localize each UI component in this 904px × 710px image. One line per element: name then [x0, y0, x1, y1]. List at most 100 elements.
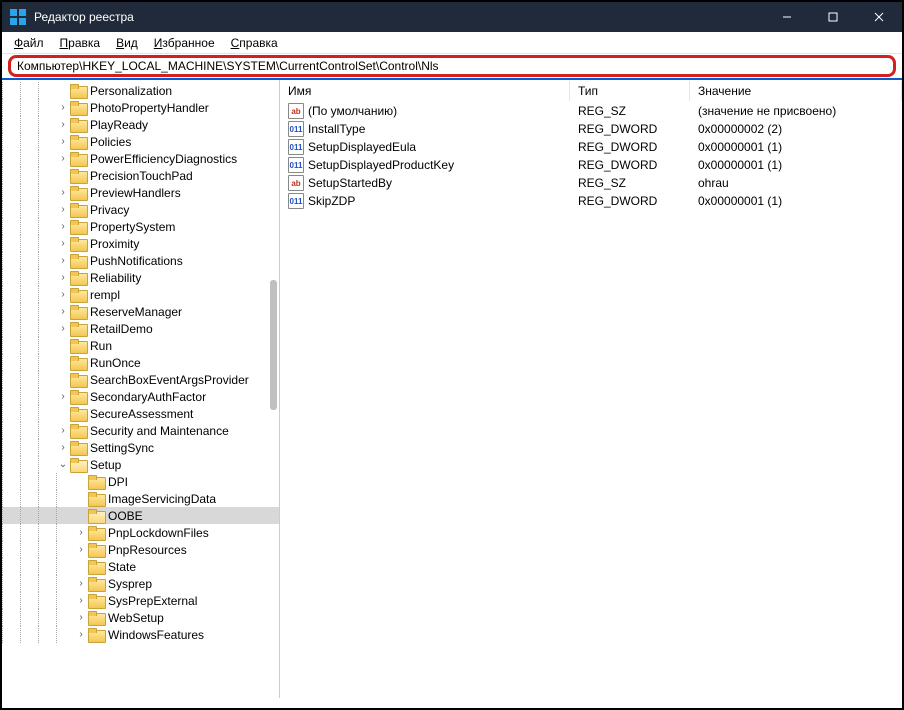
value-data: 0x00000001 (1)	[690, 158, 902, 172]
tree-item[interactable]: RunOnce	[2, 354, 279, 371]
maximize-button[interactable]	[810, 2, 856, 32]
tree-item[interactable]: ›rempl	[2, 286, 279, 303]
tree-item[interactable]: › Reliability	[2, 269, 279, 286]
chevron-right-icon[interactable]: ›	[74, 612, 88, 623]
tree-item[interactable]: ›SecondaryAuthFactor	[2, 388, 279, 405]
column-name[interactable]: Имя	[280, 81, 570, 101]
address-field[interactable]: Компьютер\HKEY_LOCAL_MACHINE\SYSTEM\Curr…	[8, 55, 896, 77]
value-row[interactable]: 011InstallTypeREG_DWORD0x00000002 (2)	[280, 120, 902, 138]
tree-item[interactable]: ›WindowsFeatures	[2, 626, 279, 643]
folder-icon	[88, 628, 104, 642]
tree-item[interactable]: Personalization	[2, 82, 279, 99]
chevron-right-icon[interactable]: ›	[56, 391, 70, 402]
tree-item-label: PreviewHandlers	[90, 186, 181, 200]
menu-view[interactable]: Вид	[108, 34, 146, 52]
tree-item[interactable]: Run	[2, 337, 279, 354]
chevron-right-icon[interactable]: ›	[74, 544, 88, 555]
scrollbar-thumb[interactable]	[270, 280, 277, 410]
tree-item[interactable]: ›PushNotifications	[2, 252, 279, 269]
chevron-right-icon[interactable]: ›	[56, 204, 70, 215]
menu-file[interactable]: Файл	[6, 34, 52, 52]
chevron-right-icon[interactable]: ›	[56, 289, 70, 300]
value-row[interactable]: 011SkipZDPREG_DWORD0x00000001 (1)	[280, 192, 902, 210]
value-data: 0x00000002 (2)	[690, 122, 902, 136]
tree-item[interactable]: › PnpLockdownFiles	[2, 524, 279, 541]
tree-item[interactable]: ›ReserveManager	[2, 303, 279, 320]
chevron-right-icon[interactable]: ›	[56, 238, 70, 249]
value-name: SetupDisplayedEula	[308, 140, 416, 154]
tree-item[interactable]: ›PlayReady	[2, 116, 279, 133]
tree-item-label: PnpLockdownFiles	[108, 526, 209, 540]
dword-value-icon: 011	[288, 121, 304, 137]
tree-item[interactable]: ›PnpResources	[2, 541, 279, 558]
tree-item-label: RetailDemo	[90, 322, 153, 336]
tree-item[interactable]: ⌄Setup	[2, 456, 279, 473]
tree-item-label: SecureAssessment	[90, 407, 193, 421]
tree-item[interactable]: ›Policies	[2, 133, 279, 150]
folder-icon	[70, 101, 86, 115]
tree-item-label: OOBE	[108, 509, 143, 523]
tree-item-label: WebSetup	[108, 611, 164, 625]
tree-item[interactable]: SearchBoxEventArgsProvider	[2, 371, 279, 388]
tree-item[interactable]: OOBE	[2, 507, 279, 524]
tree-item[interactable]: › SysPrepExternal	[2, 592, 279, 609]
tree-item[interactable]: State	[2, 558, 279, 575]
value-row[interactable]: 011SetupDisplayedProductKeyREG_DWORD0x00…	[280, 156, 902, 174]
tree-item[interactable]: ›PowerEfficiencyDiagnostics	[2, 150, 279, 167]
value-type: REG_DWORD	[570, 122, 690, 136]
chevron-right-icon[interactable]: ›	[74, 578, 88, 589]
folder-icon	[70, 118, 86, 132]
tree-item[interactable]: › RetailDemo	[2, 320, 279, 337]
list-pane[interactable]: Имя Тип Значение ab(По умолчанию)REG_SZ(…	[280, 80, 902, 698]
chevron-right-icon[interactable]: ›	[56, 153, 70, 164]
tree-item[interactable]: › WebSetup	[2, 609, 279, 626]
chevron-right-icon[interactable]: ›	[74, 629, 88, 640]
chevron-right-icon[interactable]: ›	[56, 272, 70, 283]
chevron-right-icon[interactable]: ›	[56, 102, 70, 113]
column-type[interactable]: Тип	[570, 81, 690, 101]
chevron-right-icon[interactable]: ›	[74, 595, 88, 606]
tree-item[interactable]: DPI	[2, 473, 279, 490]
tree-item-label: Reliability	[90, 271, 141, 285]
chevron-right-icon[interactable]: ›	[56, 255, 70, 266]
chevron-right-icon[interactable]: ›	[56, 306, 70, 317]
menu-edit[interactable]: Правка	[52, 34, 109, 52]
chevron-right-icon[interactable]: ›	[56, 136, 70, 147]
value-row[interactable]: abSetupStartedByREG_SZohrau	[280, 174, 902, 192]
minimize-button[interactable]	[764, 2, 810, 32]
tree-item-label: RunOnce	[90, 356, 141, 370]
chevron-right-icon[interactable]: ›	[56, 425, 70, 436]
close-button[interactable]	[856, 2, 902, 32]
chevron-right-icon[interactable]: ›	[74, 527, 88, 538]
tree-item[interactable]: ›SettingSync	[2, 439, 279, 456]
column-data[interactable]: Значение	[690, 81, 902, 101]
tree-item-label: SysPrepExternal	[108, 594, 197, 608]
chevron-right-icon[interactable]: ›	[56, 119, 70, 130]
tree-item[interactable]: ImageServicingData	[2, 490, 279, 507]
window-controls	[764, 2, 902, 32]
tree-item[interactable]: › PreviewHandlers	[2, 184, 279, 201]
folder-icon	[70, 186, 86, 200]
tree-pane[interactable]: Personalization›PhotoPropertyHandler›Pla…	[2, 80, 280, 698]
tree-item[interactable]: › Security and Maintenance	[2, 422, 279, 439]
folder-icon	[88, 577, 104, 591]
menu-favorites[interactable]: Избранное	[146, 34, 223, 52]
chevron-right-icon[interactable]: ›	[56, 442, 70, 453]
chevron-right-icon[interactable]: ›	[56, 323, 70, 334]
tree-item[interactable]: ›PropertySystem	[2, 218, 279, 235]
tree-item[interactable]: ›Sysprep	[2, 575, 279, 592]
tree-item-label: DPI	[108, 475, 128, 489]
value-row[interactable]: 011SetupDisplayedEulaREG_DWORD0x00000001…	[280, 138, 902, 156]
tree-item-label: SearchBoxEventArgsProvider	[90, 373, 249, 387]
tree-item[interactable]: ›Proximity	[2, 235, 279, 252]
tree-item[interactable]: PrecisionTouchPad	[2, 167, 279, 184]
tree-item-label: Security and Maintenance	[90, 424, 229, 438]
chevron-down-icon[interactable]: ⌄	[56, 459, 70, 470]
tree-item[interactable]: SecureAssessment	[2, 405, 279, 422]
tree-item[interactable]: ›Privacy	[2, 201, 279, 218]
tree-item[interactable]: ›PhotoPropertyHandler	[2, 99, 279, 116]
chevron-right-icon[interactable]: ›	[56, 221, 70, 232]
value-row[interactable]: ab(По умолчанию)REG_SZ(значение не присв…	[280, 102, 902, 120]
chevron-right-icon[interactable]: ›	[56, 187, 70, 198]
menu-help[interactable]: Справка	[223, 34, 286, 52]
